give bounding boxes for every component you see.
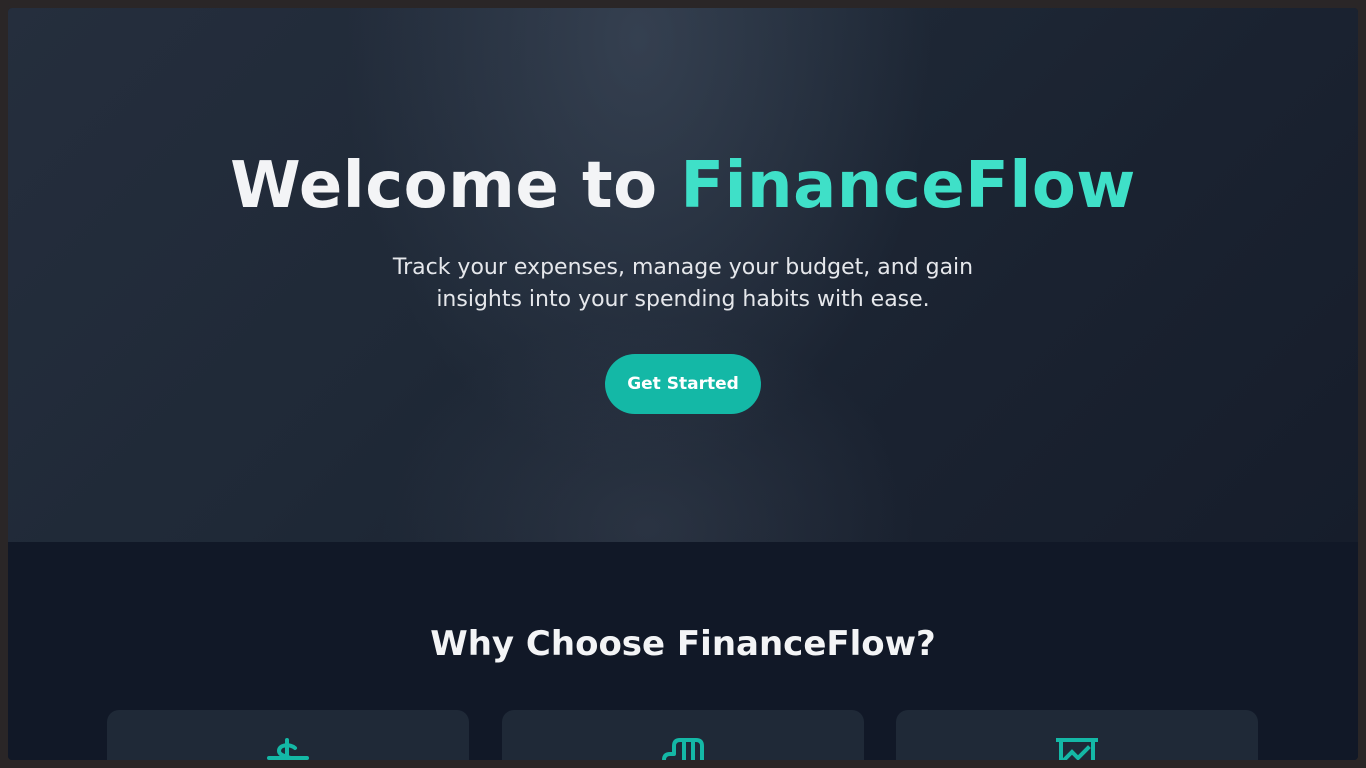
feature-card-expenses	[107, 710, 469, 760]
get-started-button[interactable]: Get Started	[605, 354, 761, 414]
feature-card-insights	[896, 710, 1258, 760]
hero-title: Welcome to FinanceFlow	[8, 148, 1358, 224]
hero-title-brand: FinanceFlow	[680, 149, 1136, 223]
dollar-icon	[267, 738, 309, 760]
hero-subtitle: Track your expenses, manage your budget,…	[392, 255, 974, 312]
features-heading: Why Choose FinanceFlow?	[430, 624, 936, 664]
features-section: Why Choose FinanceFlow?	[8, 542, 1358, 760]
trend-chart-icon	[1055, 738, 1099, 760]
app-window: Welcome to FinanceFlow Track your expens…	[8, 8, 1358, 760]
hero-section: Welcome to FinanceFlow Track your expens…	[8, 8, 1358, 542]
bar-chart-icon	[662, 738, 704, 760]
hero-title-prefix: Welcome to	[230, 149, 681, 223]
feature-card-budget	[502, 710, 864, 760]
